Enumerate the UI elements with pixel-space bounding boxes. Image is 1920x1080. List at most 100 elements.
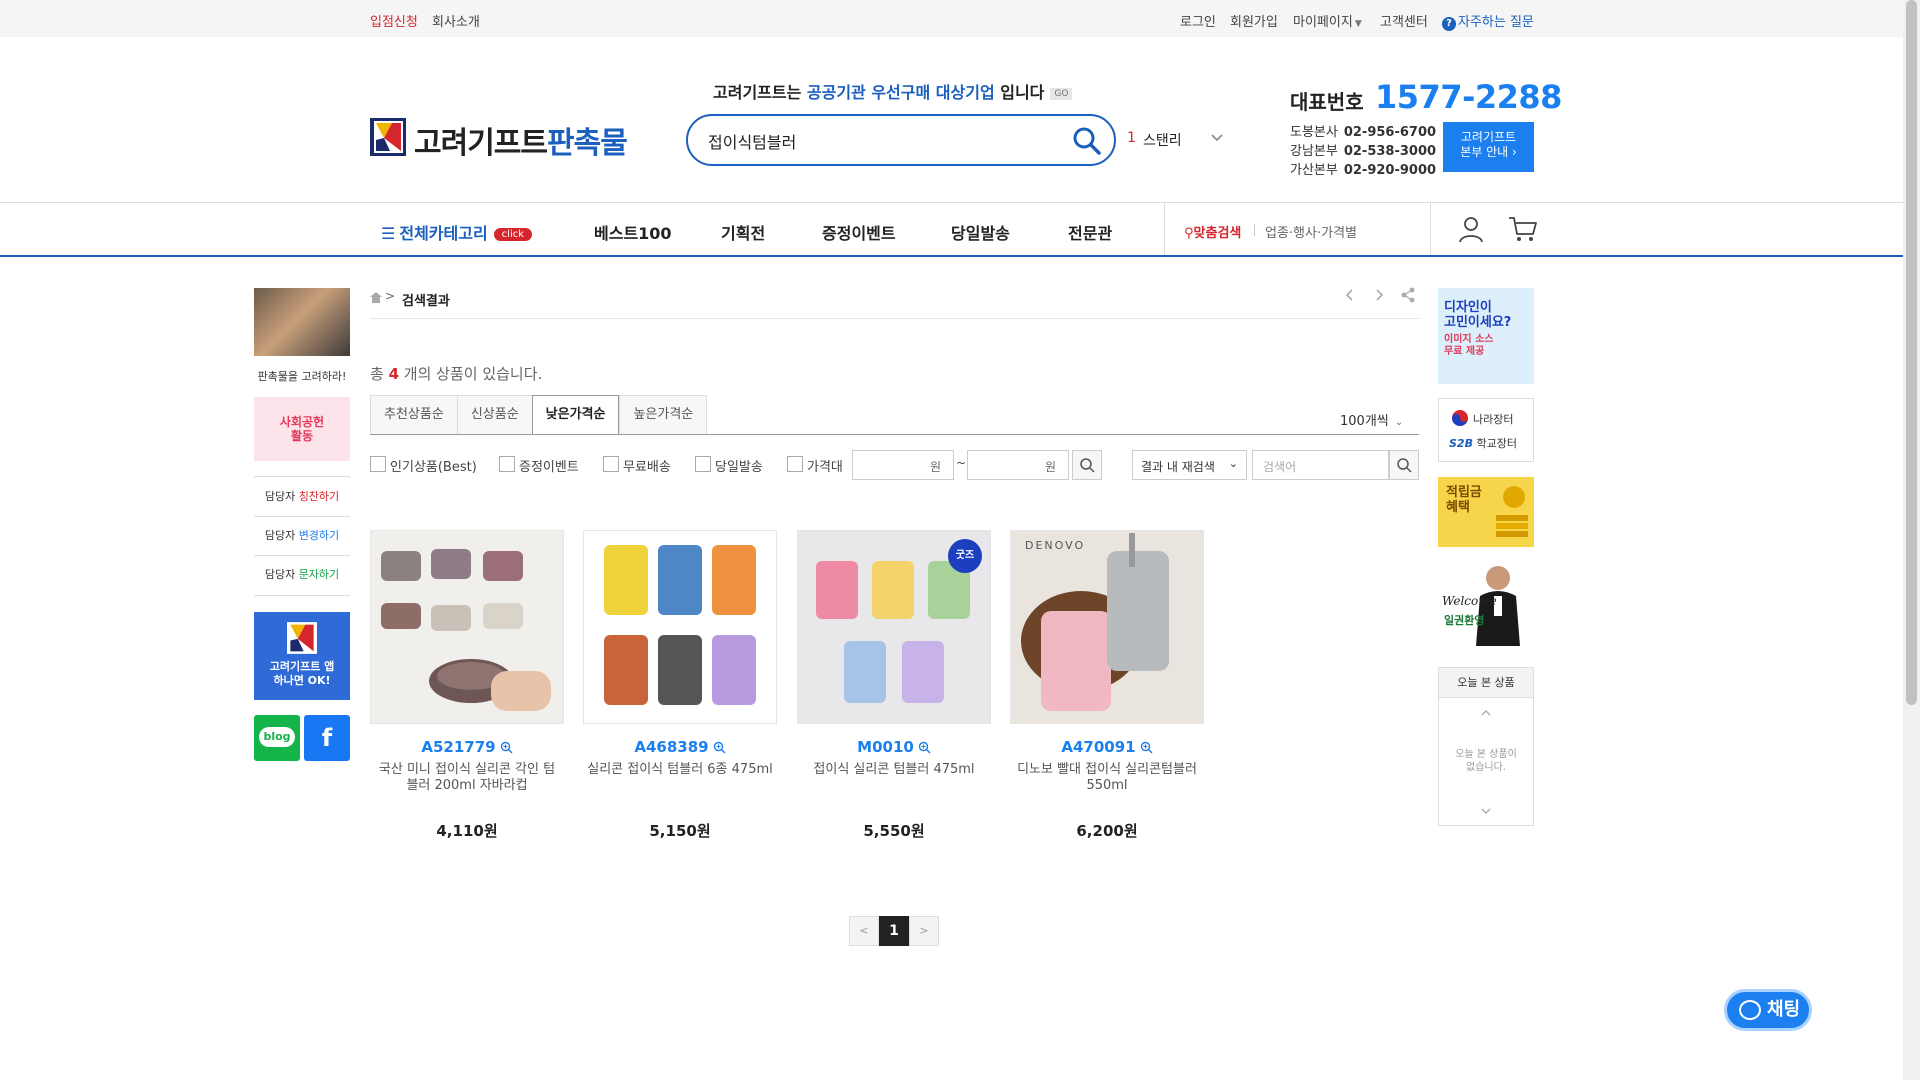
search-icon[interactable] (1072, 126, 1102, 156)
app-line1: 고려기프트 앱 (269, 660, 335, 673)
rep-phone-number: 1577-2288 (1375, 78, 1562, 116)
filter-label-event: 증정이벤트 (519, 460, 579, 475)
public-procurement-notice[interactable]: 고려기프트는 공공기관 우선구매 대상기업 입니다 GO (713, 79, 1073, 103)
product-image[interactable] (583, 530, 777, 724)
chat-button[interactable]: 채팅 (1724, 989, 1812, 1031)
notice-go-badge[interactable]: GO (1050, 87, 1073, 100)
branch-gasan: 가산본부 02-920-9000 (1290, 159, 1436, 178)
sort-tab-low-price[interactable]: 낮은가격순 (531, 395, 620, 435)
site-logo[interactable]: 고려기프트판촉물 (414, 118, 628, 162)
zoom-icon[interactable] (1140, 741, 1153, 754)
share-icon[interactable] (1400, 287, 1416, 303)
product-name[interactable]: 국산 미니 접이식 실리콘 각인 텀블러 200ml 자바라컵 (370, 762, 564, 796)
s2b-logo-text: S2B (1449, 437, 1473, 450)
nav-best100[interactable]: 베스트100 (594, 220, 672, 244)
manager-change-button[interactable]: 담당자 변경하기 (254, 517, 350, 556)
price-search-button[interactable] (1072, 450, 1102, 480)
filter-checkbox-free-shipping[interactable] (603, 456, 619, 472)
chevron-right-icon[interactable] (1372, 287, 1386, 303)
social-contribution-banner[interactable]: 사회공헌 활동 (254, 397, 350, 461)
product-image[interactable]: DENOVO (1010, 530, 1204, 724)
app-banner[interactable]: 고려기프트 앱 하나면 OK! (254, 612, 350, 700)
faq-link[interactable]: ? 자주하는 질문 (1442, 11, 1534, 31)
refine-search-select[interactable]: 결과 내 재검색 ⌄ (1132, 450, 1247, 480)
store-apply-link[interactable]: 입점신청 (370, 11, 418, 30)
product-name[interactable]: 실리콘 접이식 텀블러 6종 475ml (583, 762, 777, 796)
filter-checkbox-same-day[interactable] (695, 456, 711, 472)
product-code-link[interactable]: A468389 (583, 738, 777, 756)
welcome-banner[interactable]: Welcome 일권환영 (1438, 560, 1534, 646)
scrollbar-thumb[interactable] (1906, 0, 1917, 705)
price-range-tilde: ~ (956, 456, 967, 470)
branch-info-button[interactable]: 고려기프트 본부 안내 › (1443, 122, 1534, 172)
product-code-link[interactable]: M0010 (797, 738, 991, 756)
product-card: A521779 국산 미니 접이식 실리콘 각인 텀블러 200ml 자바라컵 … (370, 530, 564, 841)
nav-divider (1430, 203, 1431, 255)
sort-tab-recommended[interactable]: 추천상품순 (370, 395, 457, 435)
result-number: 4 (388, 365, 400, 383)
product-code: A470091 (1061, 738, 1136, 756)
popular-keyword[interactable]: 스탠리 (1143, 130, 1182, 150)
product-image[interactable]: 굿즈 (797, 530, 991, 724)
nav-gift-event[interactable]: 증정이벤트 (822, 220, 896, 244)
user-icon[interactable] (1457, 215, 1485, 243)
price-max-input[interactable]: 원 (967, 450, 1069, 480)
design-help-banner[interactable]: 디자인이 고민이세요? 이미지 소스 무료 제공 (1438, 288, 1534, 384)
all-categories-button[interactable]: ☰ 전체카테고리 click (381, 220, 533, 244)
custom-search-sub[interactable]: 업종·행사·가격별 (1265, 222, 1357, 241)
signup-link[interactable]: 회원가입 (1230, 11, 1278, 30)
filter-checkbox-price[interactable] (787, 456, 803, 472)
manager-sms-button[interactable]: 담당자 문자하기 (254, 556, 350, 595)
per-page-select[interactable]: 100개씩 ⌄ (1340, 410, 1403, 429)
chevron-down-icon[interactable] (1210, 130, 1224, 144)
chevron-down-icon[interactable] (1480, 806, 1492, 816)
product-image[interactable] (370, 530, 564, 724)
promo-video-thumbnail[interactable] (254, 288, 350, 356)
search-input[interactable] (708, 130, 1048, 152)
product-code-link[interactable]: A521779 (370, 738, 564, 756)
price-min-input[interactable]: 원 (852, 450, 954, 480)
product-code-link[interactable]: A470091 (1010, 738, 1204, 756)
about-link[interactable]: 회사소개 (432, 11, 480, 30)
prev-page-button[interactable]: < (849, 916, 879, 946)
filter-checkbox-event[interactable] (499, 456, 515, 472)
app-line2: 하나면 OK! (273, 674, 331, 687)
blog-button[interactable]: blog (254, 715, 300, 761)
notice-suffix: 입니다 (994, 83, 1045, 102)
manager-praise-button[interactable]: 담당자 칭찬하기 (254, 478, 350, 517)
page-button[interactable]: 1 (879, 916, 909, 946)
login-link[interactable]: 로그인 (1180, 11, 1216, 30)
branch-name: 강남본부 (1290, 144, 1338, 159)
manager-prefix: 담당자 (264, 529, 299, 542)
blog-icon: blog (259, 727, 295, 747)
facebook-icon[interactable]: f (304, 715, 350, 761)
filter-checkbox-best[interactable] (370, 456, 386, 472)
customer-center-link[interactable]: 고객센터 (1380, 11, 1428, 30)
all-categories-label: 전체카테고리 (399, 224, 488, 243)
zoom-icon[interactable] (918, 741, 931, 754)
home-icon[interactable] (370, 292, 382, 303)
nav-specialty[interactable]: 전문관 (1068, 220, 1112, 244)
product-name[interactable]: 접이식 실리콘 텀블러 475ml (797, 762, 991, 796)
sort-tab-high-price[interactable]: 높은가격순 (619, 395, 708, 435)
zoom-icon[interactable] (500, 741, 513, 754)
next-page-button[interactable]: > (909, 916, 939, 946)
sort-tabs: 추천상품순 신상품순 낮은가격순 높은가격순 (370, 395, 708, 435)
chevron-left-icon[interactable] (1343, 287, 1357, 303)
logo-mark-icon[interactable] (370, 118, 406, 156)
procurement-market-banner[interactable]: 나라장터 S2B 학교장터 (1438, 398, 1534, 462)
nav-exhibition[interactable]: 기획전 (721, 220, 765, 244)
zoom-icon[interactable] (713, 741, 726, 754)
product-name[interactable]: 디노보 빨대 접이식 실리콘텀블러 550ml (1010, 762, 1204, 796)
refine-search-button[interactable] (1389, 450, 1419, 480)
branch-phone: 02-538-3000 (1343, 144, 1437, 159)
chevron-up-icon[interactable] (1480, 708, 1492, 718)
refine-search-input[interactable]: 검색어 (1252, 450, 1389, 480)
custom-search-button[interactable]: ⚲맞춤검색 (1184, 222, 1241, 241)
sort-tab-newest[interactable]: 신상품순 (456, 395, 532, 435)
cart-icon[interactable] (1508, 215, 1538, 243)
points-banner[interactable]: 적립금 혜택 (1438, 477, 1534, 547)
branch-dobong: 도봉본사 02-956-6700 (1290, 121, 1436, 140)
nav-same-day[interactable]: 당일발송 (951, 220, 1010, 244)
mypage-link[interactable]: 마이페이지 ▼ (1293, 11, 1362, 30)
